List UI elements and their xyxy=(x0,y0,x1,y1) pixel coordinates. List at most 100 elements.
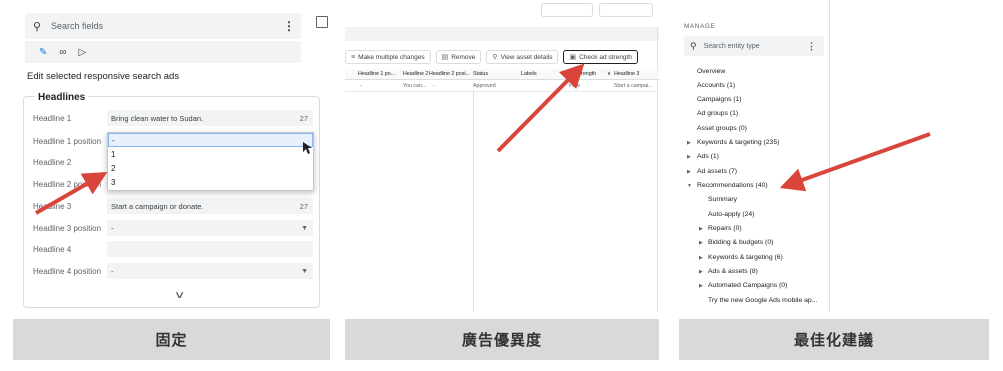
nav-item-keywords-targeting[interactable]: ▶ Keywords & targeting (235) xyxy=(679,138,829,150)
nav-item-asset-groups[interactable]: Asset groups (0) xyxy=(679,124,829,136)
dropdown-option[interactable]: 3 xyxy=(108,175,313,189)
nav-item-summary[interactable]: Summary xyxy=(679,195,829,207)
column-header[interactable]: Headline 1 po... xyxy=(358,71,395,77)
expand-arrow-icon[interactable]: ▶ xyxy=(699,226,703,232)
collapse-arrow-icon[interactable]: ▼ xyxy=(687,183,692,189)
headline-4-position-select[interactable]: - ▼ xyxy=(107,263,313,279)
nav-item-accounts[interactable]: Accounts (1) xyxy=(679,81,829,93)
headline-3-row: Headline 3 Start a campaign or donate. 2… xyxy=(33,198,315,214)
nav-item-ad-groups[interactable]: Ad groups (1) xyxy=(679,109,829,121)
label-icon[interactable]: ▷ xyxy=(79,47,87,58)
nav-item-ads-assets[interactable]: ▶ Ads & assets (8) xyxy=(679,267,829,279)
expand-arrow-icon[interactable]: ▶ xyxy=(687,169,691,175)
ads-table-panel: ≡ Make multiple changes ▤ Remove ⚲ View ass… xyxy=(345,0,659,312)
editor-tabs: ✎ ∞ ▷ xyxy=(25,41,301,63)
nav-label: Keywords & targeting (6) xyxy=(708,254,783,261)
search-fields-placeholder: Search fields xyxy=(51,21,104,31)
search-fields-input[interactable]: ⚲ Search fields ⋮ xyxy=(25,13,301,39)
nav-item-campaigns[interactable]: Campaigns (1) xyxy=(679,95,829,107)
dropdown-option[interactable]: 2 xyxy=(108,161,313,175)
expand-arrow-icon[interactable]: ▶ xyxy=(687,140,691,146)
column-header[interactable]: Labels xyxy=(521,71,537,77)
column-header[interactable]: Headline 2 xyxy=(403,71,428,77)
expand-arrow-icon[interactable]: ▶ xyxy=(699,240,703,246)
nav-label: Summary xyxy=(708,196,738,203)
nav-item-automated-campaigns[interactable]: ▶ Automated Campaigns (0) xyxy=(679,281,829,293)
button-label: Remove xyxy=(451,53,476,61)
table-cell: Poor xyxy=(569,83,581,89)
table-toolbar: ≡ Make multiple changes ▤ Remove ⚲ View ass… xyxy=(345,49,659,65)
headline-4-row: Headline 4 xyxy=(33,241,315,257)
manage-heading: MANAGE xyxy=(684,23,716,30)
delete-icon: ▤ xyxy=(441,54,449,61)
more-vert-icon[interactable]: ⋮ xyxy=(807,41,816,52)
nav-label: Keywords & targeting (235) xyxy=(697,139,780,146)
header-control[interactable] xyxy=(599,3,653,17)
nav-item-bidding-budgets[interactable]: ▶ Bidding & budgets (0) xyxy=(679,238,829,250)
edit-multiple-icon: ≡ xyxy=(351,53,356,61)
search-entity-placeholder: Search entity type xyxy=(703,42,760,50)
make-multiple-changes-button[interactable]: ≡ Make multiple changes xyxy=(345,50,431,64)
headline-3-position-select[interactable]: - ▼ xyxy=(107,220,313,236)
expand-arrow-icon[interactable]: ▶ xyxy=(699,269,703,275)
column-header[interactable]: Status xyxy=(473,71,488,77)
nav-label: Automated Campaigns (0) xyxy=(708,282,788,289)
headline-4-input[interactable] xyxy=(107,241,313,257)
headlines-group-title: Headlines xyxy=(35,92,89,103)
button-label: Check ad strength xyxy=(579,53,632,61)
nav-label: Ad groups (1) xyxy=(697,110,739,117)
nav-label: Bidding & budgets (0) xyxy=(708,239,774,246)
table-header: Headline 1 po... Headline 2 Headline 2 p… xyxy=(345,69,659,80)
nav-label: Overview xyxy=(697,68,726,75)
field-value: - xyxy=(111,266,114,276)
more-vert-icon[interactable]: ⋮ xyxy=(283,19,295,33)
char-count: 27 xyxy=(299,201,308,211)
field-label: Headline 2 position xyxy=(33,179,102,189)
pencil-icon[interactable]: ✎ xyxy=(39,47,47,58)
expand-more-icon[interactable]: ∨ xyxy=(174,290,186,301)
field-label: Headline 3 position xyxy=(33,223,102,233)
column-header[interactable]: Headline 2 posi... xyxy=(429,71,470,77)
nav-item-recommendations[interactable]: ▼ Recommendations (40) xyxy=(679,181,829,193)
headline-3-position-row: Headline 3 position - ▼ xyxy=(33,220,315,236)
nav-label: Ads & assets (8) xyxy=(708,268,758,275)
column-header[interactable]: Headline 3 xyxy=(614,71,639,77)
sort-down-icon[interactable]: ∨ xyxy=(607,71,611,77)
nav-item-mobile-app[interactable]: Try the new Google Ads mobile ap... xyxy=(679,296,829,308)
table-cell: You can... xyxy=(403,83,427,89)
search-entity-type-input[interactable]: ⚲ Search entity type ⋮ xyxy=(684,36,824,56)
nav-label: Campaigns (1) xyxy=(697,96,742,103)
dropdown-option[interactable]: 1 xyxy=(108,147,313,161)
dropdown-option[interactable]: - xyxy=(108,133,313,147)
nav-item-auto-apply[interactable]: Auto-apply (24) xyxy=(679,210,829,222)
check-ad-strength-button[interactable]: ▣ Check ad strength xyxy=(563,50,638,64)
expand-arrow-icon[interactable]: ▶ xyxy=(699,255,703,261)
view-asset-details-button[interactable]: ⚲ View asset details xyxy=(486,50,559,64)
nav-item-overview[interactable]: Overview xyxy=(679,67,829,79)
button-label: Make multiple changes xyxy=(358,53,425,61)
expand-arrow-icon[interactable]: ▶ xyxy=(699,283,703,289)
nav-item-ads[interactable]: ▶ Ads (1) xyxy=(679,152,829,164)
table-cell: Start a campai... xyxy=(614,83,653,89)
field-label: Headline 4 xyxy=(33,244,72,254)
caption-recommendations: 最佳化建議 xyxy=(679,319,989,360)
headline-3-input[interactable]: Start a campaign or donate. 27 xyxy=(107,198,313,214)
filter-bar xyxy=(345,27,659,41)
table-row[interactable]: - You can... - Approved Poor Start a cam… xyxy=(345,81,659,92)
nav-label: Recommendations (40) xyxy=(697,182,768,189)
field-label: Headline 4 position xyxy=(33,266,102,276)
header-control[interactable] xyxy=(541,3,593,17)
nav-item-repairs[interactable]: ▶ Repairs (0) xyxy=(679,224,829,236)
nav-item-keywords-targeting-recs[interactable]: ▶ Keywords & targeting (6) xyxy=(679,253,829,265)
zoom-icon: ⚲ xyxy=(492,54,498,61)
caption-pinning: 固定 xyxy=(13,319,330,360)
link-icon[interactable]: ∞ xyxy=(59,47,66,58)
expand-arrow-icon[interactable]: ▶ xyxy=(687,154,691,160)
remove-button[interactable]: ▤ Remove xyxy=(435,50,482,64)
open-external-icon[interactable] xyxy=(316,16,328,28)
nav-item-ad-assets[interactable]: ▶ Ad assets (7) xyxy=(679,167,829,179)
nav-label: Accounts (1) xyxy=(697,82,736,89)
ad-strength-icon: ▣ xyxy=(569,54,577,61)
headline-1-input[interactable]: Bring clean water to Sudan. 27 xyxy=(107,110,313,126)
column-header[interactable]: Ad strength xyxy=(569,71,596,77)
